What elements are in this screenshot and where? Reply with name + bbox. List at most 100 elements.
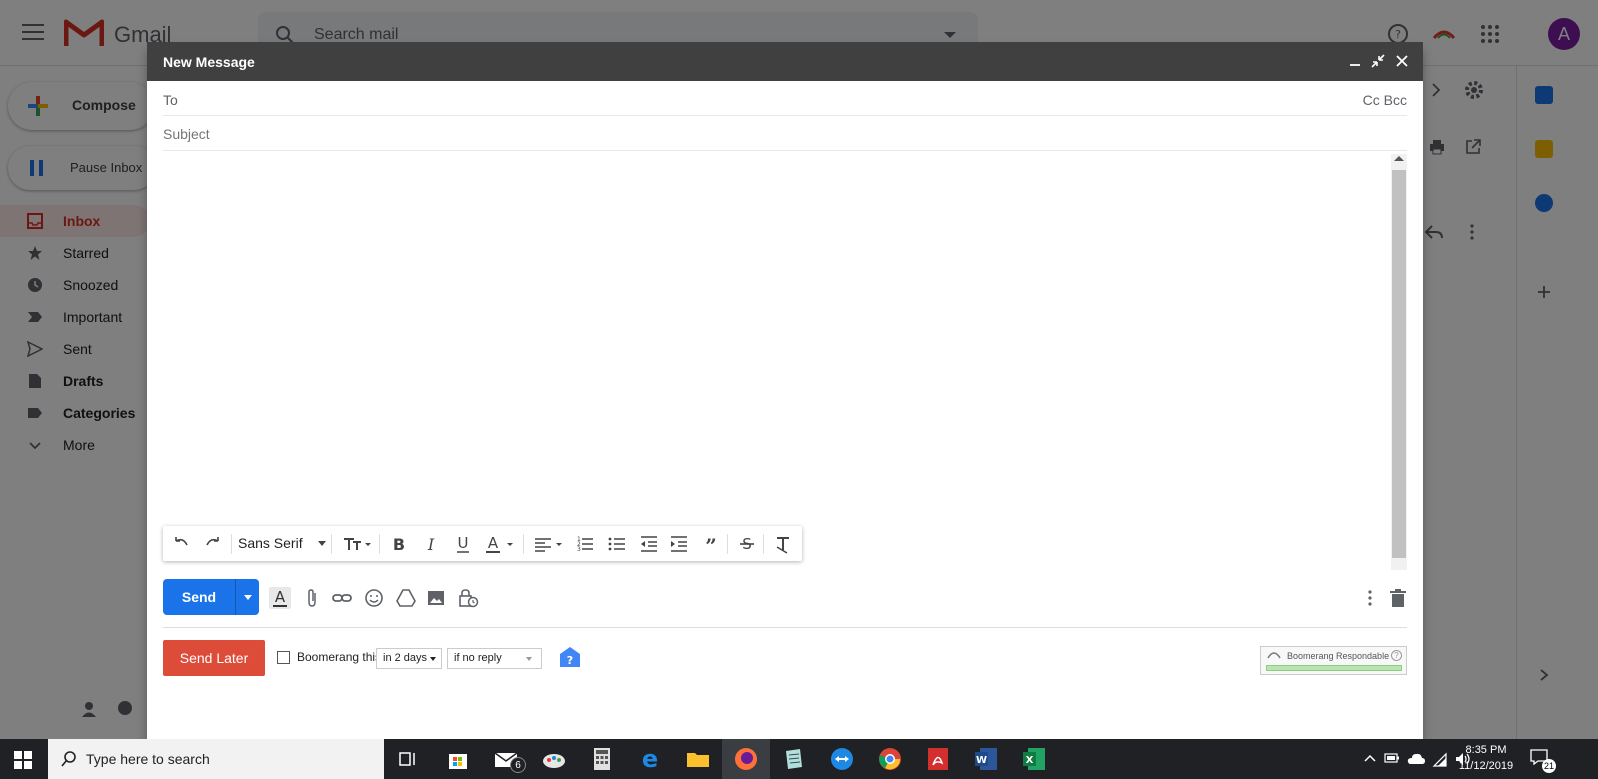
toolbar-divider	[379, 534, 380, 554]
indent-more-icon[interactable]	[669, 533, 689, 555]
task-view-icon[interactable]	[394, 745, 422, 773]
svg-text:3: 3	[577, 546, 581, 553]
more-options-icon[interactable]	[1359, 587, 1381, 609]
to-field[interactable]	[193, 87, 1343, 111]
boomerang-help-icon[interactable]: ?	[559, 646, 581, 668]
dropdown-caret-icon	[526, 657, 532, 661]
svg-text:W: W	[976, 755, 987, 766]
dropdown-caret-icon	[430, 657, 436, 661]
numbered-list-icon[interactable]: 123	[575, 533, 595, 555]
taskbar-search-box[interactable]: Type here to search	[48, 739, 384, 779]
word-icon[interactable]: W	[972, 745, 1000, 773]
battery-icon[interactable]	[1384, 752, 1400, 764]
body-scrollbar[interactable]	[1391, 154, 1407, 570]
align-icon[interactable]	[533, 533, 567, 555]
svg-text:A: A	[488, 534, 499, 552]
strikethrough-icon[interactable]: S	[737, 533, 757, 555]
notification-count-badge: 21	[1542, 759, 1556, 773]
show-hidden-icons-icon[interactable]	[1364, 753, 1376, 763]
font-dropdown-caret-icon[interactable]	[318, 541, 326, 546]
acrobat-reader-icon[interactable]	[924, 745, 952, 773]
remove-formatting-icon[interactable]	[773, 533, 793, 555]
boomerang-respondable-panel[interactable]: Boomerang Respondable ?	[1260, 646, 1407, 675]
edge-browser-icon[interactable]: e	[636, 745, 664, 773]
cc-bcc-link[interactable]: Cc Bcc	[1363, 92, 1407, 108]
google-drive-icon[interactable]	[395, 587, 417, 609]
font-size-icon[interactable]	[341, 533, 373, 555]
send-actions-row: Send A	[163, 579, 1407, 617]
underline-icon[interactable]: U	[453, 533, 473, 555]
chrome-icon[interactable]	[876, 745, 904, 773]
excel-icon[interactable]: X	[1020, 745, 1048, 773]
respondable-help-icon[interactable]: ?	[1391, 650, 1402, 661]
boomerang-condition-value: if no reply	[454, 652, 502, 664]
compose-window: New Message To Cc Bcc Sans Serif B I U A…	[147, 42, 1423, 739]
respondable-meter	[1266, 665, 1402, 671]
text-color-icon[interactable]: A	[483, 533, 517, 555]
scroll-up-icon[interactable]	[1394, 156, 1404, 161]
file-explorer-icon[interactable]	[684, 745, 712, 773]
onedrive-cloud-icon[interactable]	[1406, 751, 1426, 765]
respondable-arc-icon	[1267, 652, 1281, 659]
windows-taskbar: Type here to search 6 e W X 8:35 PM 11/1…	[0, 739, 1598, 779]
boomerang-when-select[interactable]: in 2 days	[376, 648, 442, 669]
insert-link-icon[interactable]	[331, 587, 353, 609]
teamviewer-icon[interactable]	[828, 745, 856, 773]
svg-text:”: ”	[705, 534, 717, 555]
confidential-mode-icon[interactable]	[457, 587, 479, 609]
exit-full-screen-icon[interactable]	[1369, 52, 1387, 70]
subject-field[interactable]	[163, 122, 1363, 146]
clock-date: 11/12/2019	[1458, 760, 1514, 772]
wifi-icon[interactable]	[1432, 751, 1448, 767]
boomerang-toolbar: Send Later Boomerang this in 2 days if n…	[163, 640, 1407, 676]
scrollbar-thumb[interactable]	[1392, 170, 1406, 558]
to-label: To	[163, 92, 178, 108]
mail-unread-badge: 6	[510, 757, 526, 773]
bold-icon[interactable]: B	[389, 533, 409, 555]
insert-emoji-icon[interactable]	[363, 587, 385, 609]
boomerang-when-value: in 2 days	[383, 652, 428, 664]
clock-time: 8:35 PM	[1465, 744, 1507, 756]
taskbar-clock[interactable]: 8:35 PM 11/12/2019	[1456, 742, 1516, 774]
close-icon[interactable]	[1393, 52, 1411, 70]
indent-less-icon[interactable]	[639, 533, 659, 555]
svg-text:I: I	[427, 535, 435, 554]
font-family-select[interactable]: Sans Serif	[238, 535, 303, 551]
svg-text:?: ?	[567, 654, 573, 667]
calculator-icon[interactable]	[588, 745, 616, 773]
formatting-toolbar: Sans Serif B I U A 123 ” S	[163, 526, 802, 561]
toolbar-divider	[331, 534, 332, 554]
insert-photo-icon[interactable]	[425, 587, 447, 609]
paint-app-icon[interactable]	[540, 745, 568, 773]
to-field-row: To Cc Bcc	[163, 81, 1407, 116]
quote-icon[interactable]: ”	[701, 533, 721, 555]
bulleted-list-icon[interactable]	[607, 533, 627, 555]
minimize-icon[interactable]	[1346, 52, 1364, 70]
subject-field-row	[163, 116, 1407, 151]
svg-text:e: e	[642, 745, 658, 773]
redo-icon[interactable]	[203, 533, 223, 555]
discard-draft-trash-icon[interactable]	[1387, 587, 1409, 609]
toolbar-divider	[231, 534, 232, 554]
firefox-icon[interactable]	[732, 745, 760, 773]
compose-header[interactable]: New Message	[147, 42, 1423, 81]
boomerang-condition-select[interactable]: if no reply	[447, 648, 542, 669]
message-body[interactable]	[163, 154, 1391, 566]
undo-icon[interactable]	[171, 533, 191, 555]
formatting-options-icon[interactable]: A	[269, 587, 291, 609]
send-later-button[interactable]: Send Later	[163, 640, 265, 676]
search-icon	[61, 751, 76, 767]
send-button[interactable]: Send	[163, 579, 235, 615]
notepad-app-icon[interactable]	[780, 745, 808, 773]
toolbar-divider	[727, 534, 728, 554]
boomerang-checkbox[interactable]	[277, 651, 290, 664]
send-options-button[interactable]	[235, 579, 259, 615]
action-center-button[interactable]: 21	[1530, 749, 1556, 773]
attach-file-icon[interactable]	[301, 587, 323, 609]
italic-icon[interactable]: I	[421, 533, 441, 555]
boomerang-label: Boomerang this	[297, 650, 382, 664]
windows-start-icon[interactable]	[14, 751, 32, 769]
microsoft-store-icon[interactable]	[444, 745, 472, 773]
compose-title: New Message	[163, 54, 255, 70]
svg-text:B: B	[393, 535, 405, 554]
